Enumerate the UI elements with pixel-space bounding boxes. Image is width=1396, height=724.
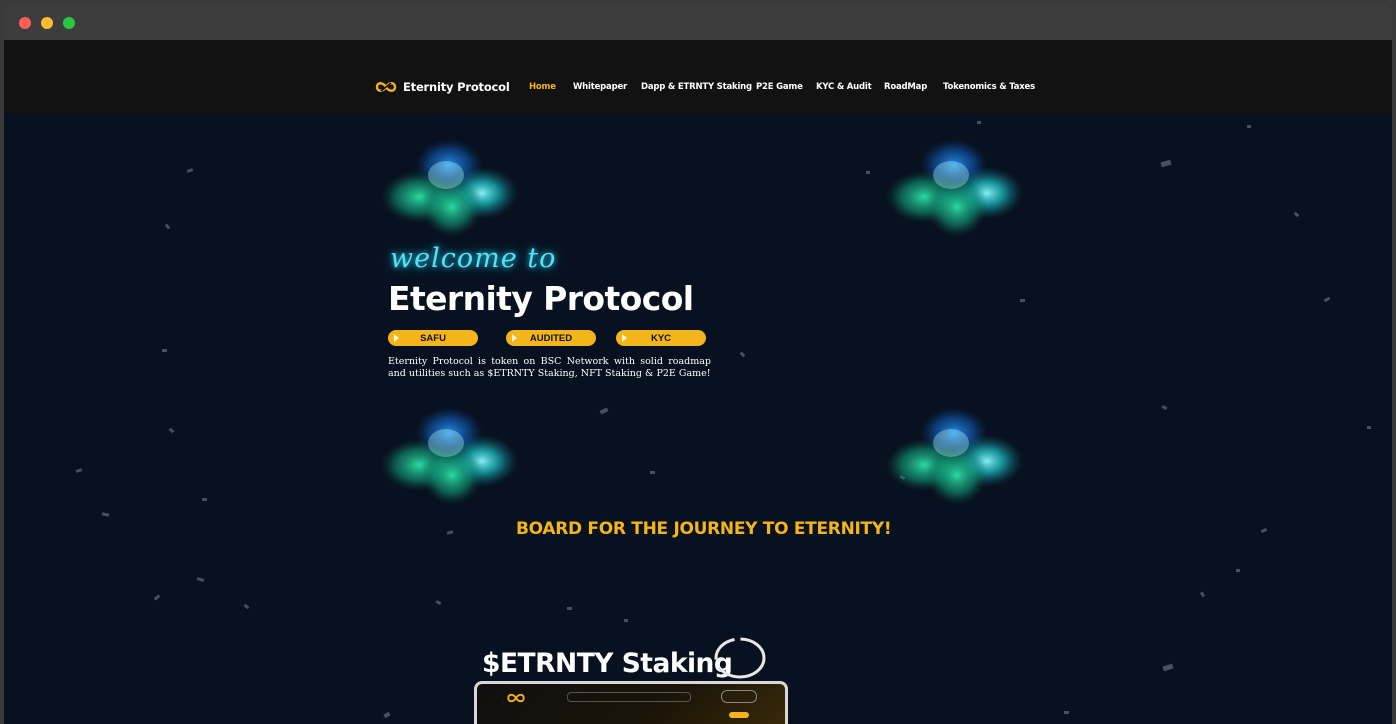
nav-dapp-staking[interactable]: Dapp & ETRNTY Staking (641, 82, 752, 92)
badge-label: SAFU (420, 332, 446, 344)
nav-whitepaper[interactable]: Whitepaper (573, 82, 627, 92)
brand-name: Eternity Protocol (403, 80, 510, 94)
badge-label: KYC (650, 332, 672, 344)
preview-action-button (729, 712, 749, 718)
glowing-cloud-decoration (886, 139, 1023, 237)
badge-kyc: KYC (616, 330, 706, 346)
laptop-mockup-image (474, 681, 788, 724)
dapp-preview-screen (477, 684, 785, 724)
glowing-cloud-decoration (886, 407, 1023, 505)
preview-connect-button (721, 690, 757, 703)
badge-safu: SAFU (388, 330, 478, 346)
chevron-right-icon (394, 334, 399, 342)
glowing-cloud-decoration (381, 407, 518, 505)
staking-heading: $ETRNTY Staking (482, 648, 733, 679)
chevron-right-icon (512, 334, 517, 342)
browser-window: Eternity Protocol Home Whitepaper Dapp &… (4, 5, 1392, 724)
swirl-ring-decoration (714, 637, 766, 679)
chevron-right-icon (622, 334, 627, 342)
nav-tokenomics-taxes[interactable]: Tokenomics & Taxes (943, 82, 1035, 92)
glowing-cloud-decoration (381, 139, 518, 237)
hero-description: Eternity Protocol is token on BSC Networ… (388, 356, 711, 379)
brand-logo-link[interactable]: Eternity Protocol (374, 78, 510, 96)
hero-section: welcome to Eternity Protocol SAFU AUDITE… (4, 113, 1392, 724)
maximize-window-button[interactable] (63, 17, 75, 29)
welcome-heading: welcome to (390, 243, 557, 274)
nav-roadmap[interactable]: RoadMap (884, 82, 927, 92)
window-titlebar (4, 5, 1392, 40)
journey-heading: BOARD FOR THE JOURNEY TO ETERNITY! (516, 519, 892, 539)
preview-nav-bar (567, 692, 691, 702)
badge-label: AUDITED (529, 332, 573, 344)
nav-p2e-game[interactable]: P2E Game (756, 82, 803, 92)
nav-home[interactable]: Home (529, 82, 556, 92)
minimize-window-button[interactable] (41, 17, 53, 29)
hero-title: Eternity Protocol (388, 279, 694, 318)
badge-audited: AUDITED (506, 330, 596, 346)
site-navbar: Eternity Protocol Home Whitepaper Dapp &… (4, 40, 1392, 113)
nav-kyc-audit[interactable]: KYC & Audit (816, 82, 872, 92)
infinity-logo-icon (507, 693, 525, 703)
close-window-button[interactable] (19, 17, 31, 29)
infinity-logo-icon (375, 82, 397, 92)
